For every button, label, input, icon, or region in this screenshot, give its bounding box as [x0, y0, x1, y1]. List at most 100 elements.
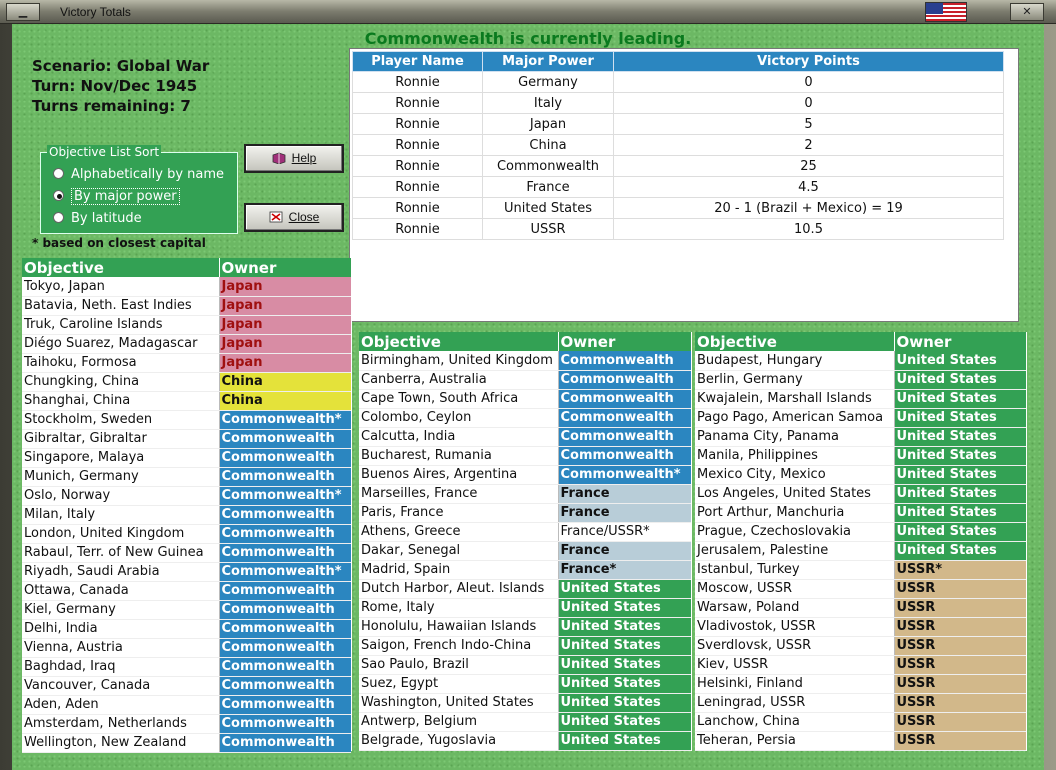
col-major-power[interactable]: Major Power — [482, 51, 614, 72]
objective-row[interactable]: Berlin, Germany United States — [695, 370, 1026, 390]
objective-owner: Commonwealth — [558, 389, 691, 409]
objective-row[interactable]: London, United Kingdom Commonwealth — [22, 524, 351, 544]
objective-row[interactable]: Kwajalein, Marshall Islands United States — [695, 389, 1026, 409]
objective-row[interactable]: Panama City, Panama United States — [695, 427, 1026, 447]
objective-row[interactable]: Prague, Czechoslovakia United States — [695, 522, 1026, 542]
objective-row[interactable]: Truk, Caroline Islands Japan — [22, 315, 351, 335]
radio-selected-icon[interactable] — [53, 190, 64, 201]
objective-row[interactable]: Taihoku, Formosa Japan — [22, 353, 351, 373]
objective-row[interactable]: Vienna, Austria Commonwealth — [22, 638, 351, 658]
objective-name: Milan, Italy — [22, 505, 220, 525]
objective-row[interactable]: Moscow, USSR USSR — [695, 579, 1026, 599]
objective-row[interactable]: Batavia, Neth. East Indies Japan — [22, 296, 351, 316]
objective-row[interactable]: Gibraltar, Gibraltar Commonwealth — [22, 429, 351, 449]
objective-row[interactable]: Los Angeles, United States United States — [695, 484, 1026, 504]
objective-row[interactable]: Canberra, Australia Commonwealth — [359, 370, 691, 390]
objective-name: Prague, Czechoslovakia — [695, 522, 895, 542]
objective-row[interactable]: Vladivostok, USSR USSR — [695, 617, 1026, 637]
objective-row[interactable]: Diégo Suarez, Madagascar Japan — [22, 334, 351, 354]
objective-row[interactable]: Dutch Harbor, Aleut. Islands United State… — [359, 579, 691, 599]
close-window-button[interactable]: ✕ — [1010, 3, 1044, 21]
objective-row[interactable]: Helsinki, Finland USSR — [695, 674, 1026, 694]
major-power-cell: United States — [482, 197, 614, 219]
objective-row[interactable]: Riyadh, Saudi Arabia Commonwealth* — [22, 562, 351, 582]
objective-row[interactable]: Buenos Aires, Argentina Commonwealth* — [359, 465, 691, 485]
objective-row[interactable]: Calcutta, India Commonwealth — [359, 427, 691, 447]
objective-row[interactable]: Milan, Italy Commonwealth — [22, 505, 351, 525]
objective-row[interactable]: Dakar, Senegal France — [359, 541, 691, 561]
objective-row[interactable]: Vancouver, Canada Commonwealth — [22, 676, 351, 696]
objective-name: Athens, Greece — [359, 522, 559, 542]
objective-row[interactable]: Antwerp, Belgium United States — [359, 712, 691, 732]
objective-row[interactable]: Port Arthur, Manchuria United States — [695, 503, 1026, 523]
objective-row[interactable]: Istanbul, Turkey USSR* — [695, 560, 1026, 580]
objective-row[interactable]: Manila, Philippines United States — [695, 446, 1026, 466]
objective-name: Helsinki, Finland — [695, 674, 895, 694]
objective-row[interactable]: Shanghai, China China — [22, 391, 351, 411]
objective-row[interactable]: Leningrad, USSR USSR — [695, 693, 1026, 713]
objective-row[interactable]: Madrid, Spain France* — [359, 560, 691, 580]
objective-row[interactable]: Chungking, China China — [22, 372, 351, 392]
objective-row[interactable]: Oslo, Norway Commonwealth* — [22, 486, 351, 506]
objective-name: Tokyo, Japan — [22, 277, 220, 297]
objective-row[interactable]: Teheran, Persia USSR — [695, 731, 1026, 751]
objective-row[interactable]: Belgrade, Yugoslavia United States — [359, 731, 691, 751]
objective-row[interactable]: Mexico City, Mexico United States — [695, 465, 1026, 485]
objective-row[interactable]: Bucharest, Rumania Commonwealth — [359, 446, 691, 466]
objective-row[interactable]: Honolulu, Hawaiian Islands United States — [359, 617, 691, 637]
objective-row[interactable]: Marseilles, France France — [359, 484, 691, 504]
window-title: Victory Totals — [60, 5, 131, 19]
objective-row[interactable]: Washington, United States United States — [359, 693, 691, 713]
sort-option-alphabetical[interactable]: Alphabetically by name — [53, 165, 224, 185]
objective-row[interactable]: Amsterdam, Netherlands Commonwealth — [22, 714, 351, 734]
col-player-name[interactable]: Player Name — [352, 51, 483, 72]
window-menu-button[interactable]: ▁ — [6, 3, 40, 21]
objective-row[interactable]: Budapest, Hungary United States — [695, 351, 1026, 371]
col-victory-points[interactable]: Victory Points — [613, 51, 1004, 72]
leader-message: Commonwealth is currently leading. — [364, 29, 692, 48]
objective-row[interactable]: Pago Pago, American Samoa United States — [695, 408, 1026, 428]
objective-row[interactable]: Munich, Germany Commonwealth — [22, 467, 351, 487]
objective-row[interactable]: Birmingham, United Kingdom Commonwealth — [359, 351, 691, 371]
objective-name: Kwajalein, Marshall Islands — [695, 389, 895, 409]
close-button[interactable]: Close — [244, 203, 344, 232]
sort-option-major-power[interactable]: By major power — [53, 187, 180, 207]
objective-list-3: Objective Owner Budapest, Hungary United … — [695, 332, 1027, 751]
objective-row[interactable]: Lanchow, China USSR — [695, 712, 1026, 732]
radio-icon[interactable] — [53, 168, 64, 179]
capital-footnote: * based on closest capital — [32, 236, 206, 250]
objective-row[interactable]: Wellington, New Zealand Commonwealth — [22, 733, 351, 753]
sort-option-latitude[interactable]: By latitude — [53, 209, 142, 229]
objective-row[interactable]: Sao Paulo, Brazil United States — [359, 655, 691, 675]
help-button[interactable]: Help — [244, 144, 344, 173]
objective-row[interactable]: Stockholm, Sweden Commonwealth* — [22, 410, 351, 430]
objective-name: Panama City, Panama — [695, 427, 895, 447]
objective-row[interactable]: Jerusalem, Palestine United States — [695, 541, 1026, 561]
objective-row[interactable]: Suez, Egypt United States — [359, 674, 691, 694]
objective-row[interactable]: Saigon, French Indo-China United States — [359, 636, 691, 656]
objective-row[interactable]: Baghdad, Iraq Commonwealth — [22, 657, 351, 677]
radio-icon[interactable] — [53, 212, 64, 223]
objective-row[interactable]: Delhi, India Commonwealth — [22, 619, 351, 639]
scenario-info: Scenario: Global War Turn: Nov/Dec 1945 … — [32, 56, 209, 116]
objective-name: Riyadh, Saudi Arabia — [22, 562, 220, 582]
objective-row[interactable]: Tokyo, Japan Japan — [22, 277, 351, 297]
objective-owner: Japan — [219, 334, 351, 354]
objective-row[interactable]: Athens, Greece France/USSR* — [359, 522, 691, 542]
objective-row[interactable]: Warsaw, Poland USSR — [695, 598, 1026, 618]
objective-row[interactable]: Sverdlovsk, USSR USSR — [695, 636, 1026, 656]
objective-row[interactable]: Singapore, Malaya Commonwealth — [22, 448, 351, 468]
objective-row[interactable]: Paris, France France — [359, 503, 691, 523]
major-power-cell: Germany — [482, 71, 614, 93]
objective-row[interactable]: Kiev, USSR USSR — [695, 655, 1026, 675]
objective-row[interactable]: Colombo, Ceylon Commonwealth — [359, 408, 691, 428]
objective-row[interactable]: Aden, Aden Commonwealth — [22, 695, 351, 715]
objective-row[interactable]: Rome, Italy United States — [359, 598, 691, 618]
major-power-cell: USSR — [482, 218, 614, 240]
objective-row[interactable]: Ottawa, Canada Commonwealth — [22, 581, 351, 601]
objective-row[interactable]: Rabaul, Terr. of New Guinea Commonwealth — [22, 543, 351, 563]
window-frame: ▁ Victory Totals ✕ Commonwealth is curre… — [0, 0, 1056, 770]
objective-row[interactable]: Cape Town, South Africa Commonwealth — [359, 389, 691, 409]
objective-owner: France* — [558, 560, 691, 580]
objective-row[interactable]: Kiel, Germany Commonwealth — [22, 600, 351, 620]
